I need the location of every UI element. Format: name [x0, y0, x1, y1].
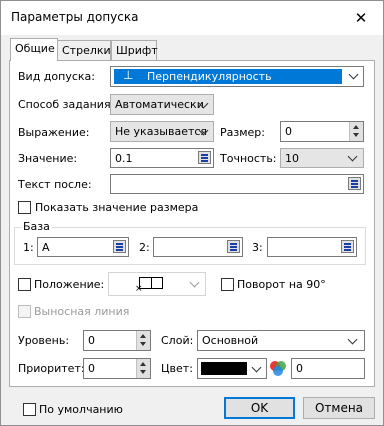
- level-input[interactable]: 0: [83, 330, 151, 351]
- list-icon[interactable]: [198, 151, 211, 164]
- chevron-down-icon: [348, 69, 359, 80]
- tab-arrows-label: Стрелки: [62, 44, 111, 57]
- color-select[interactable]: [197, 358, 267, 379]
- position-select[interactable]: ×: [108, 272, 206, 296]
- method-value: Автоматически: [115, 98, 204, 111]
- position-label: Положение:: [34, 278, 105, 291]
- precision-select[interactable]: 10: [280, 148, 364, 168]
- tab-general[interactable]: Общие: [10, 38, 58, 61]
- rotate-label: Поворот на 90°: [237, 278, 326, 291]
- size-value: 0: [285, 125, 292, 138]
- base-3-label: 3:: [252, 241, 263, 254]
- base-1-input[interactable]: A: [37, 237, 129, 257]
- default-checkbox[interactable]: [23, 403, 36, 416]
- tolerance-type-select[interactable]: ⊥ Перпендикулярность: [110, 66, 364, 87]
- priority-value: 0: [88, 362, 95, 375]
- level-spinner[interactable]: [136, 331, 150, 350]
- size-label: Размер:: [220, 126, 265, 139]
- ok-button[interactable]: OK: [224, 397, 295, 419]
- dialog-window: Параметры допуска ✕ Общие Стрелки Шрифт …: [0, 0, 384, 426]
- leader-checkbox: [18, 305, 31, 318]
- precision-value: 10: [285, 152, 299, 165]
- spin-down-icon[interactable]: [353, 133, 359, 137]
- rotate-checkbox[interactable]: [221, 278, 234, 291]
- spin-up-icon[interactable]: [353, 125, 359, 129]
- tab-font[interactable]: Шрифт: [111, 40, 158, 60]
- base-2-label: 2:: [139, 241, 150, 254]
- chevron-down-icon: [189, 277, 200, 288]
- tolerance-type-label: Вид допуска:: [18, 70, 95, 83]
- color-label: Цвет:: [161, 362, 193, 375]
- cancel-button[interactable]: Отмена: [303, 397, 375, 419]
- base-group-label: База: [21, 220, 52, 233]
- chevron-down-icon: [347, 151, 358, 162]
- layer-label: Слой:: [161, 334, 194, 347]
- spin-down-icon[interactable]: [140, 342, 146, 346]
- frame-position-icon: [139, 277, 163, 289]
- anchor-point-icon: ×: [135, 284, 143, 294]
- list-icon[interactable]: [227, 240, 240, 253]
- palette-icon[interactable]: [269, 359, 287, 377]
- value-input[interactable]: 0.1: [110, 148, 214, 168]
- priority-label: Приоритет:: [18, 362, 85, 375]
- spin-up-icon[interactable]: [140, 362, 146, 366]
- perpendicularity-icon: ⊥: [123, 68, 134, 82]
- spin-down-icon[interactable]: [140, 370, 146, 374]
- tab-arrows[interactable]: Стрелки: [57, 40, 111, 60]
- spin-up-icon[interactable]: [140, 334, 146, 338]
- close-icon[interactable]: ✕: [353, 9, 369, 27]
- color-index-input[interactable]: 0: [291, 358, 365, 379]
- tolerance-type-value: Перпендикулярность: [147, 70, 272, 83]
- layer-value: Основной: [202, 334, 259, 347]
- tab-font-label: Шрифт: [116, 44, 158, 57]
- method-label: Способ задания:: [18, 98, 115, 111]
- base-2-input[interactable]: [153, 237, 243, 257]
- list-icon[interactable]: [113, 240, 126, 253]
- chevron-down-icon: [251, 362, 262, 373]
- leader-label: Выносная линия: [34, 305, 130, 318]
- level-value: 0: [88, 334, 95, 347]
- text-after-label: Текст после:: [18, 178, 92, 191]
- priority-input[interactable]: 0: [83, 358, 151, 379]
- base-1-value: A: [42, 241, 50, 254]
- size-spinner[interactable]: [349, 122, 363, 141]
- value-label: Значение:: [18, 152, 78, 165]
- show-size-label: Показать значение размера: [35, 201, 199, 214]
- position-checkbox[interactable]: [18, 278, 31, 291]
- window-title: Параметры допуска: [11, 10, 139, 24]
- size-input[interactable]: 0: [280, 121, 364, 142]
- expression-value: Не указывается: [115, 125, 208, 138]
- expression-select[interactable]: Не указывается: [110, 121, 214, 142]
- tolerance-dropdown-button[interactable]: [345, 67, 363, 86]
- expression-label: Выражение:: [18, 126, 90, 139]
- title-bar: Параметры допуска ✕: [1, 1, 383, 35]
- precision-label: Точность:: [220, 152, 277, 165]
- chevron-down-icon: [347, 334, 358, 345]
- color-index-value: 0: [296, 362, 303, 375]
- tab-general-label: Общие: [15, 42, 55, 55]
- value-text: 0.1: [115, 152, 133, 165]
- text-after-input[interactable]: [110, 174, 364, 194]
- default-label: По умолчанию: [39, 403, 123, 416]
- base-1-label: 1:: [23, 241, 34, 254]
- base-3-input[interactable]: [267, 237, 357, 257]
- layer-select[interactable]: Основной: [197, 330, 365, 351]
- level-label: Уровень:: [18, 334, 70, 347]
- priority-spinner[interactable]: [136, 359, 150, 378]
- list-icon[interactable]: [341, 240, 354, 253]
- list-icon[interactable]: [348, 177, 361, 190]
- show-size-checkbox[interactable]: [18, 201, 31, 214]
- method-select[interactable]: Автоматически: [110, 94, 214, 115]
- color-swatch: [201, 362, 247, 375]
